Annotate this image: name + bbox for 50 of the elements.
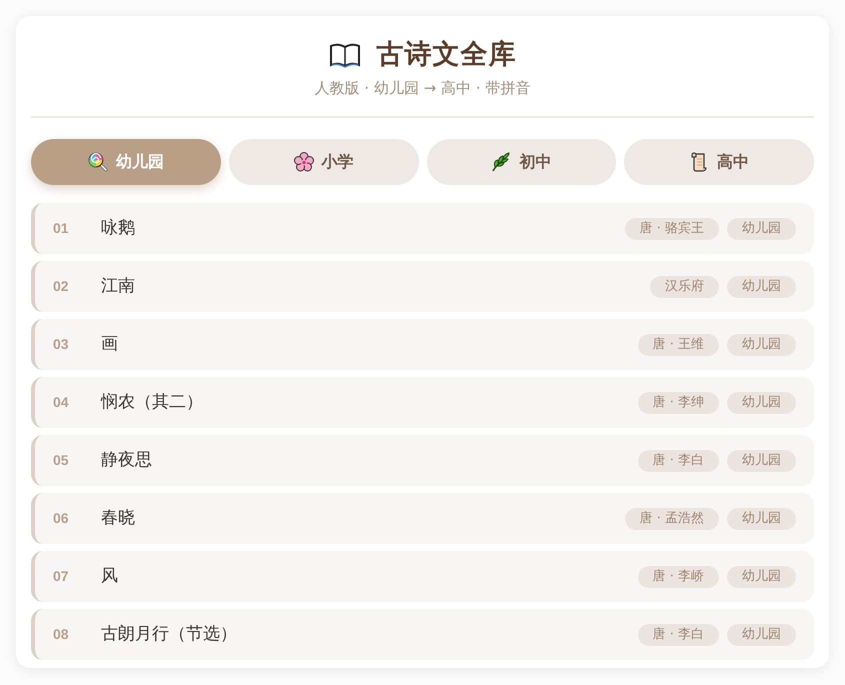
level-tag: 幼儿园 — [727, 218, 796, 240]
poem-number: 01 — [53, 219, 70, 238]
level-tag: 幼儿园 — [727, 624, 796, 646]
poem-number: 03 — [53, 335, 70, 354]
poem-number: 04 — [53, 393, 70, 412]
level-tag: 幼儿园 — [727, 334, 796, 356]
flower-icon — [294, 152, 314, 172]
poem-number: 07 — [53, 567, 70, 586]
poem-row[interactable]: 08 古朗月行（节选） 唐 · 李白 幼儿园 — [31, 609, 814, 660]
author-tag: 唐 · 李绅 — [638, 392, 719, 414]
level-tag: 幼儿园 — [727, 450, 796, 472]
author-tag: 唐 · 骆宾王 — [624, 218, 719, 240]
author-tag: 汉乐府 — [650, 276, 719, 298]
poem-title: 悯农（其二） — [101, 390, 203, 414]
poem-title: 春晓 — [101, 506, 135, 530]
level-tag: 幼儿园 — [727, 276, 796, 298]
poem-row[interactable]: 04 悯农（其二） 唐 · 李绅 幼儿园 — [31, 377, 814, 428]
author-tag: 唐 · 李白 — [638, 450, 719, 472]
level-tab[interactable]: 小学 — [228, 139, 418, 185]
poem-row[interactable]: 03 画 唐 · 王维 幼儿园 — [31, 319, 814, 370]
author-tag: 唐 · 孟浩然 — [624, 508, 719, 530]
level-tag: 幼儿园 — [727, 508, 796, 530]
poem-title: 古朗月行（节选） — [101, 622, 237, 646]
page-title: 古诗文全库 — [376, 38, 516, 72]
poem-number: 02 — [53, 277, 70, 296]
poem-title: 江南 — [101, 274, 135, 298]
book-icon — [328, 42, 360, 68]
lollipop-icon — [88, 152, 108, 172]
author-tag: 唐 · 李峤 — [638, 566, 719, 588]
scroll-icon — [689, 152, 710, 172]
poem-row[interactable]: 02 江南 汉乐府 幼儿园 — [31, 261, 814, 312]
poem-title: 画 — [101, 332, 118, 356]
poem-row[interactable]: 07 风 唐 · 李峤 幼儿园 — [31, 551, 814, 602]
poem-number: 08 — [53, 625, 70, 644]
level-tab[interactable]: 初中 — [426, 139, 616, 185]
poem-row[interactable]: 01 咏鹅 唐 · 骆宾王 幼儿园 — [31, 203, 814, 254]
author-tag: 唐 · 王维 — [638, 334, 719, 356]
page-subtitle: 人教版 · 幼儿园 → 高中 · 带拼音 — [314, 78, 532, 99]
poem-title: 咏鹅 — [101, 216, 135, 240]
poem-title: 静夜思 — [101, 448, 152, 472]
author-tag: 唐 · 李白 — [638, 624, 719, 646]
level-tab[interactable]: 高中 — [624, 139, 814, 185]
poem-number: 05 — [53, 451, 70, 470]
leaf-icon — [491, 152, 512, 172]
level-tag: 幼儿园 — [727, 566, 796, 588]
level-tag: 幼儿园 — [727, 392, 796, 414]
poem-title: 风 — [101, 564, 118, 588]
poem-number: 06 — [53, 509, 70, 528]
poem-row[interactable]: 05 静夜思 唐 · 李白 幼儿园 — [31, 435, 814, 486]
poem-row[interactable]: 06 春晓 唐 · 孟浩然 幼儿园 — [31, 493, 814, 544]
